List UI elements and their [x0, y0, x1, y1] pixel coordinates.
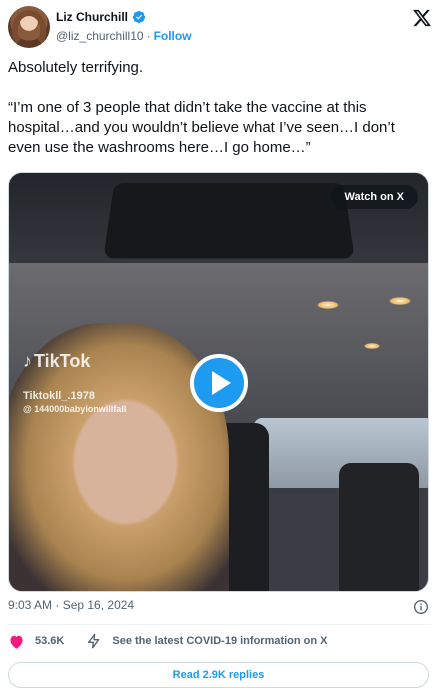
dome-light [364, 343, 380, 349]
follow-button[interactable]: Follow [154, 29, 192, 43]
tweet-actions: 53.6K See the latest COVID-19 informatio… [8, 633, 328, 649]
tiktok-brand: TikTok [34, 351, 91, 371]
watch-on-x-button[interactable]: Watch on X [330, 185, 418, 209]
info-icon[interactable] [413, 599, 429, 615]
tweet-header: Liz Churchill @liz_churchill10 · Follow [8, 4, 432, 50]
dome-light [317, 301, 339, 309]
dome-light [389, 297, 411, 305]
avatar[interactable] [8, 6, 50, 48]
verified-badge-icon [132, 10, 146, 24]
play-icon[interactable] [190, 354, 248, 412]
tiktok-icon: ♪ [23, 351, 32, 371]
author-handle[interactable]: @liz_churchill10 [56, 29, 144, 43]
tiktok-watermark: ♪ TikTok Tiktokll_.1978 @ 144000babylonw… [23, 351, 126, 414]
covid-info-link[interactable]: See the latest COVID-19 information on X [112, 635, 327, 647]
read-replies-button[interactable]: Read 2.9K replies [8, 662, 429, 688]
handle-row: @liz_churchill10 · Follow [56, 29, 192, 43]
x-logo-icon[interactable] [412, 8, 432, 28]
seat [339, 463, 419, 591]
tiktok-user: Tiktokll_.1978 [23, 390, 95, 402]
tweet-text: Absolutely terrifying. “I’m one of 3 peo… [8, 58, 428, 178]
video-frame-sunroof [103, 183, 355, 259]
author-name[interactable]: Liz Churchill [56, 10, 128, 24]
video-player[interactable]: ♪ TikTok Tiktokll_.1978 @ 144000babylonw… [8, 172, 429, 592]
divider [8, 624, 431, 625]
tweet-line-1: Absolutely terrifying. [8, 59, 144, 76]
lightning-icon [88, 633, 100, 649]
heart-icon[interactable] [8, 634, 25, 649]
name-row: Liz Churchill [56, 10, 146, 24]
like-count[interactable]: 53.6K [35, 635, 64, 647]
separator-dot: · [146, 29, 151, 43]
tweet-line-2: “I’m one of 3 people that didn’t take th… [8, 99, 395, 156]
timestamp[interactable]: 9:03 AM · Sep 16, 2024 [8, 598, 134, 612]
tiktok-subtitle: @ 144000babylonwillfall [23, 404, 127, 414]
